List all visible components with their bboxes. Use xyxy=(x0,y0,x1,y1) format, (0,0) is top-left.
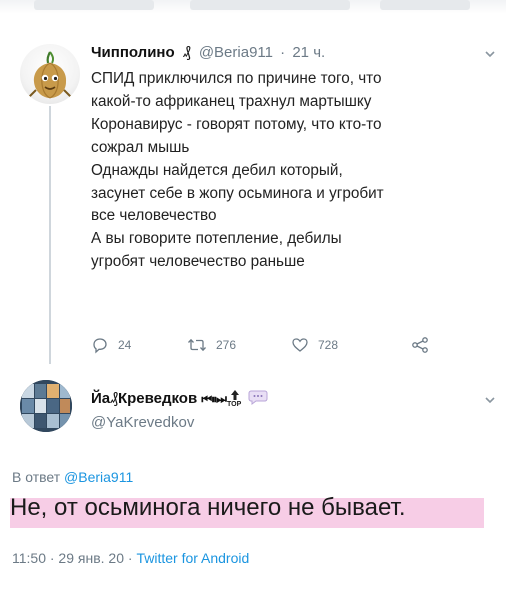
reply-text: Не, от осьминога ничего не бывает. xyxy=(10,494,406,521)
reply-header: Йа₰Креведков ⏮⏸⏭ TOP xyxy=(91,389,268,409)
timestamp-text: 11:50 · 29 янв. 20 · xyxy=(12,550,133,566)
reply-author-name[interactable]: Креведков xyxy=(118,390,197,407)
speech-bubble-icon xyxy=(248,389,268,409)
reply-to-line: В ответ @Beria911 xyxy=(12,469,133,485)
separator: · xyxy=(280,44,286,61)
reply-author-suffix: ⏮⏸⏭ xyxy=(201,391,227,406)
author-badge-icon: ₰ xyxy=(182,44,191,61)
reply-icon xyxy=(93,338,107,354)
like-icon xyxy=(292,338,308,352)
avatar-onion-icon xyxy=(27,51,73,99)
top-label: TOP xyxy=(226,401,242,408)
tweet-line: все человечество xyxy=(91,207,217,225)
author-avatar[interactable] xyxy=(20,44,80,104)
tweet-line: какой-то африканец трахнул мартышку xyxy=(91,92,372,110)
reply-button[interactable]: 24 xyxy=(91,333,131,357)
tweet-line: Однажды найдется дебил который, xyxy=(91,161,343,179)
share-icon xyxy=(412,337,428,353)
reply-author-badge-icon: ₰ xyxy=(110,389,118,407)
tweet-line: угробят человечество раньше xyxy=(91,253,305,271)
like-count: 728 xyxy=(318,338,339,352)
like-button[interactable]: 728 xyxy=(291,333,338,357)
avatar-collage-icon xyxy=(20,380,72,432)
top-badge: TOP xyxy=(226,389,244,409)
tweet-actions: 24 276 728 xyxy=(91,333,491,357)
tweet-line: засунет себе в жопу осьминога и угробит xyxy=(91,184,384,202)
retweet-count: 276 xyxy=(216,338,237,352)
reply-count: 24 xyxy=(118,338,132,352)
cropped-text xyxy=(380,0,470,10)
top-strip xyxy=(0,0,506,14)
retweet-button[interactable]: 276 xyxy=(187,333,236,357)
reply-author-avatar[interactable] xyxy=(20,380,72,432)
cropped-text xyxy=(34,0,154,10)
tweet-line: СПИД приключился по причине того, что xyxy=(91,70,382,87)
reply-author-name-prefix[interactable]: Йа xyxy=(91,390,110,407)
chevron-down-icon[interactable] xyxy=(484,394,496,404)
reply-to-label: В ответ xyxy=(12,469,61,485)
retweet-icon xyxy=(188,338,206,352)
arrow-up-icon xyxy=(230,390,239,400)
reply-timestamp: 11:50 · 29 янв. 20 · Twitter for Android xyxy=(12,550,249,566)
tweet-line: Коронавирус - говорят потому, что кто-то xyxy=(91,115,382,133)
share-button[interactable] xyxy=(411,333,429,357)
client-link[interactable]: Twitter for Android xyxy=(136,550,249,566)
reply-to-handle[interactable]: @Beria911 xyxy=(64,469,133,485)
chevron-down-icon[interactable] xyxy=(484,48,496,58)
tweet-line: А вы говорите потепление, дебилы xyxy=(91,230,342,248)
tweet-body: СПИД приключился по причине того, что ка… xyxy=(91,68,491,274)
reply-author-handle[interactable]: @YaKrevedkov xyxy=(91,414,194,431)
author-handle[interactable]: @Beria911 xyxy=(199,44,273,61)
tweet-header: Чипполино ₰ @Beria911 · 21 ч. xyxy=(91,44,325,64)
tweet-line: сожрал мышь xyxy=(91,138,190,156)
author-name[interactable]: Чипполино xyxy=(91,44,175,61)
cropped-text xyxy=(190,0,350,10)
thread-line xyxy=(49,106,51,364)
tweet-time[interactable]: 21 ч. xyxy=(292,44,325,61)
